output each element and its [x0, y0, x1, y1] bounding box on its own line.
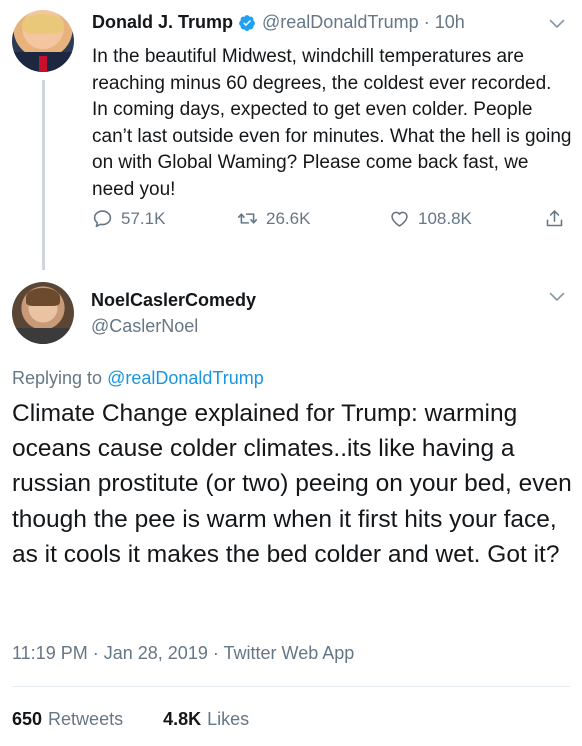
avatar-hair: [22, 14, 64, 34]
tweet-date[interactable]: Jan 28, 2019: [104, 643, 208, 663]
tweet-stats: 650 Retweets 4.8K Likes: [12, 709, 289, 730]
avatar-hair: [26, 288, 60, 306]
tweet-timestamp[interactable]: 11:19 PM: [12, 643, 88, 663]
tweet-text: In the beautiful Midwest, windchill temp…: [92, 46, 572, 200]
retweet-button[interactable]: 26.6K: [237, 208, 310, 229]
likes-stat[interactable]: 4.8K Likes: [163, 709, 249, 730]
tweet-meta: 11:19 PM · Jan 28, 2019 · Twitter Web Ap…: [12, 643, 354, 664]
reply-tweet-text: Climate Change explained for Trump: warm…: [12, 400, 572, 568]
reply-button[interactable]: 57.1K: [92, 208, 165, 229]
tweet-time[interactable]: 10h: [435, 12, 465, 33]
reply-author-handle[interactable]: @CaslerNoel: [91, 316, 198, 337]
chevron-down-icon[interactable]: [549, 292, 565, 302]
original-tweet: Donald J. Trump @realDonaldTrump · 10h I…: [0, 0, 582, 272]
meta-separator: ·: [92, 643, 99, 663]
retweet-count: 26.6K: [266, 208, 311, 228]
avatar-tie: [39, 56, 47, 72]
retweets-label: Retweets: [48, 709, 124, 729]
verified-badge-icon: [239, 14, 255, 31]
like-count: 108.8K: [418, 208, 472, 228]
like-button[interactable]: 108.8K: [389, 208, 472, 229]
replying-mention-link[interactable]: @realDonaldTrump: [107, 368, 264, 388]
author-name[interactable]: Donald J. Trump: [92, 12, 233, 33]
retweets-count: 650: [12, 709, 43, 729]
likes-label: Likes: [207, 709, 250, 729]
retweet-icon: [237, 213, 258, 224]
share-button[interactable]: [544, 208, 573, 229]
share-icon: [546, 210, 563, 227]
likes-count: 4.8K: [163, 709, 202, 729]
author-handle[interactable]: @realDonaldTrump: [262, 12, 419, 33]
avatar-shirt: [12, 328, 74, 344]
avatar-trump[interactable]: [12, 10, 74, 72]
tweet-source[interactable]: Twitter Web App: [224, 643, 355, 663]
reply-author-name[interactable]: NoelCaslerComedy: [91, 290, 256, 311]
reply-count: 57.1K: [121, 208, 166, 228]
avatar-casler[interactable]: [12, 282, 74, 344]
replying-to: Replying to @realDonaldTrump: [12, 368, 264, 389]
retweets-stat[interactable]: 650 Retweets: [12, 709, 123, 730]
separator-dot: ·: [423, 12, 430, 32]
divider: [12, 686, 570, 687]
chevron-down-icon[interactable]: [549, 19, 565, 29]
reply-bubble-icon: [93, 210, 112, 228]
heart-icon: [391, 211, 408, 227]
thread-line: [42, 80, 45, 270]
tweet-actions: 57.1K 26.6K 108.8K: [92, 208, 572, 232]
tweet-header: Donald J. Trump @realDonaldTrump · 10h: [92, 12, 465, 33]
replying-prefix: Replying to: [12, 368, 103, 388]
meta-separator: ·: [212, 643, 219, 663]
